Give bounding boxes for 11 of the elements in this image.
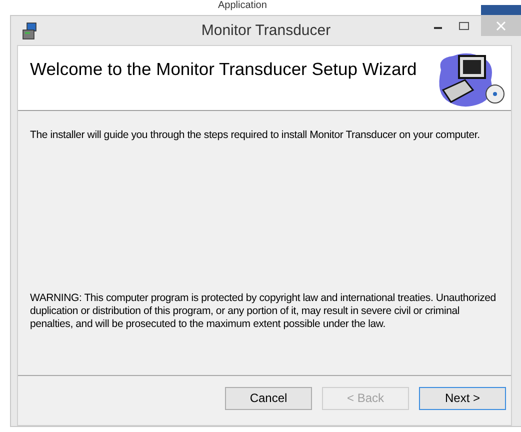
- wizard-button[interactable]: Next >: [419, 386, 506, 410]
- wizard-title: Welcome to the Monitor Transducer Setup Wizard: [30, 59, 417, 80]
- close-icon: [496, 21, 506, 31]
- window-title: Monitor Transducer: [201, 22, 331, 39]
- maximize-icon: [458, 21, 470, 31]
- copyright-warning: WARNING: This computer program is protected by copyright law and international treaties. Unauthorized duplication or distribution of this program, or any portion of it, may result in severe civil or criminal penalties, and will be prosecuted to the maximum extent possible under the law.: [30, 292, 497, 331]
- background-window-title: Application: [218, 0, 267, 12]
- background-window-edge: [481, 5, 521, 15]
- installer-icon: [22, 22, 38, 40]
- wizard-button[interactable]: Cancel: [225, 386, 312, 410]
- intro-text: The installer will guide you through the steps required to install Monitor Transducer on your computer.: [30, 129, 481, 142]
